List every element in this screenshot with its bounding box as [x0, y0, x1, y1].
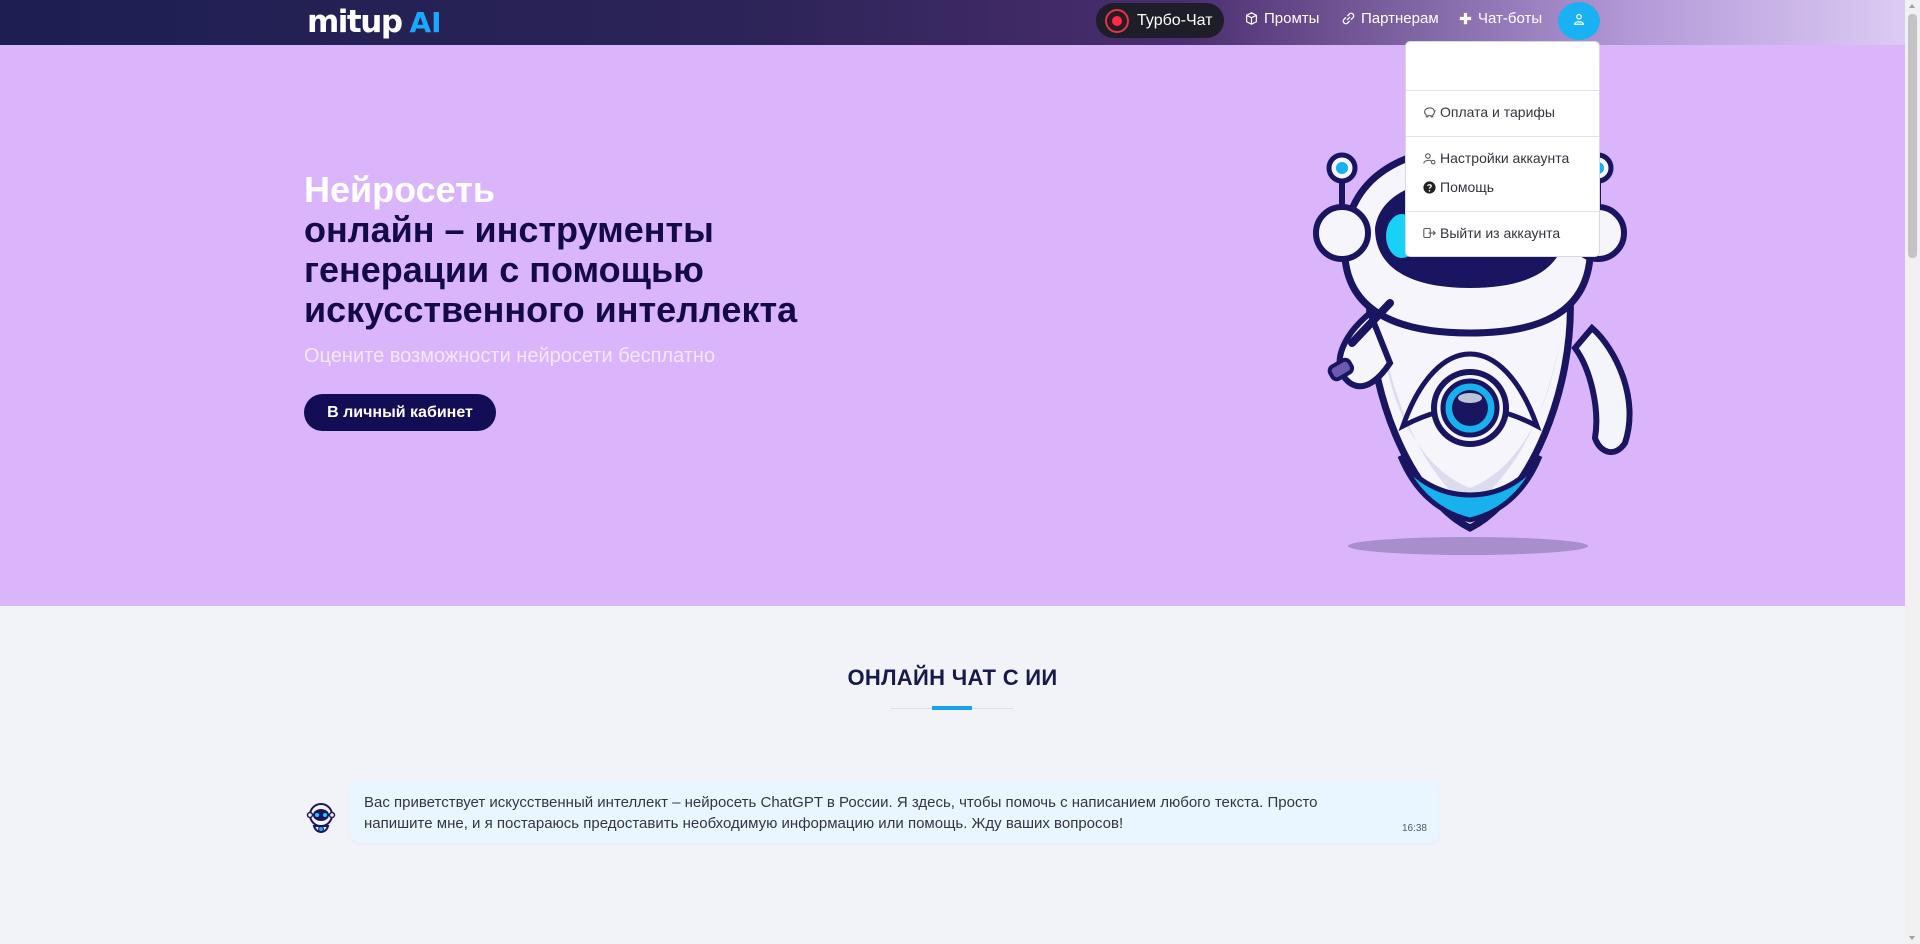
menu-item-billing-label: Оплата и тарифы	[1440, 104, 1555, 120]
robot-arm	[1571, 323, 1633, 455]
nav-partners-label: Партнерам	[1361, 10, 1439, 27]
hero-title: онлайн – инструменты генерации с помощью…	[304, 210, 797, 330]
record-icon	[1105, 8, 1129, 33]
menu-item-account-settings-label: Настройки аккаунта	[1440, 150, 1570, 166]
turbo-chat-button[interactable]: Турбо-Чат	[1096, 3, 1224, 38]
scroll-up-arrow-icon[interactable]	[1909, 4, 1915, 8]
page-scrollbar[interactable]	[1905, 0, 1920, 944]
menu-item-help-label: Помощь	[1440, 179, 1495, 195]
logo-ai-text: AI	[409, 6, 442, 39]
plus-icon	[1458, 12, 1472, 26]
robot-antenna-light	[1336, 162, 1348, 174]
top-navbar: mitup AI Турбо-Чат Промты Партнерам Чат-…	[0, 0, 1905, 45]
nav-partners-link[interactable]: Партнерам	[1341, 10, 1439, 27]
chat-message-time: 16:38	[1401, 823, 1427, 834]
menu-item-help[interactable]: Помощь	[1422, 179, 1494, 195]
menu-divider	[1406, 90, 1599, 91]
link-icon	[1341, 12, 1355, 26]
nav-chatbots-link[interactable]: Чат-боты	[1458, 10, 1542, 27]
hero-section: Нейросеть онлайн – инструменты генерации…	[0, 45, 1905, 606]
turbo-chat-label: Турбо-Чат	[1137, 11, 1213, 29]
hero-title-line: искусственного интеллекта	[304, 289, 798, 330]
robot-ear	[1313, 204, 1371, 262]
nav-chatbots-label: Чат-боты	[1478, 10, 1543, 27]
chat-message-bubble: Вас приветствует искусственный интеллект…	[349, 781, 1439, 843]
logout-icon	[1422, 226, 1436, 240]
user-gear-icon	[1422, 151, 1436, 165]
menu-divider	[1406, 136, 1599, 137]
menu-divider	[1406, 211, 1599, 212]
nav-prompts-label: Промты	[1264, 10, 1320, 27]
piggy-bank-icon	[1422, 105, 1436, 119]
user-icon	[1573, 12, 1585, 30]
menu-item-billing[interactable]: Оплата и тарифы	[1422, 104, 1555, 120]
chat-message-text: Вас приветствует искусственный интеллект…	[364, 794, 1318, 832]
hero-title-line: генерации с помощью	[304, 249, 704, 290]
menu-item-logout[interactable]: Выйти из аккаунта	[1422, 225, 1560, 241]
hero-title-highlight: Нейросеть	[304, 169, 495, 210]
nav-prompts-link[interactable]: Промты	[1244, 10, 1319, 27]
hero-subtitle: Оцените возможности нейросети бесплатно	[304, 345, 716, 367]
menu-item-logout-label: Выйти из аккаунта	[1440, 225, 1561, 241]
user-account-button[interactable]	[1558, 2, 1600, 40]
title-accent-bar	[932, 706, 972, 710]
scroll-down-arrow-icon[interactable]	[1909, 936, 1915, 940]
logo-text: mitup	[307, 4, 403, 40]
question-circle-icon	[1422, 180, 1436, 194]
hero-title-line: онлайн – инструменты	[304, 209, 714, 250]
cube-icon	[1244, 12, 1258, 26]
account-dropdown-menu: Оплата и тарифы Настройки аккаунта Помощ…	[1405, 41, 1600, 257]
site-logo[interactable]: mitup AI	[307, 4, 442, 40]
bot-avatar-icon	[306, 803, 336, 833]
personal-cabinet-button[interactable]: В личный кабинет	[304, 394, 496, 431]
robot-shadow	[1348, 537, 1588, 555]
robot-chest-highlight	[1458, 393, 1482, 403]
menu-item-account-settings[interactable]: Настройки аккаунта	[1422, 150, 1569, 166]
chat-section-title: ОНЛАЙН ЧАТ С ИИ	[847, 665, 1058, 690]
scrollbar-thumb[interactable]	[1908, 14, 1917, 258]
